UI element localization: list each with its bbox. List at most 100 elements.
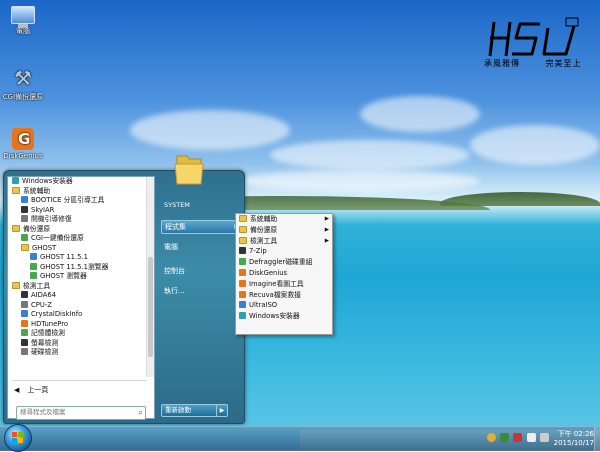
submenu-item[interactable]: 備份還原 ▶ (236, 225, 332, 236)
submenu-item-label: 檢測工具 (250, 236, 278, 245)
menu-item-computer[interactable]: 電腦 (161, 241, 244, 253)
tray-app-icon[interactable] (513, 433, 523, 442)
program-item-label: HDTunePro (31, 319, 69, 328)
back-button[interactable]: ◀ 上一頁 (14, 385, 48, 395)
tray-app-icon[interactable] (487, 433, 496, 442)
program-item[interactable]: SkyIAR (8, 205, 146, 216)
desktop-icon-cgi[interactable]: CGI備份還原 (0, 66, 48, 102)
memtest-icon (21, 329, 28, 336)
submenu-item[interactable]: 系統輔助 ▶ (236, 214, 332, 225)
menu-item-control-panel[interactable]: 控制台 (161, 265, 244, 277)
desktop-icon-label: CGI備份還原 (2, 93, 44, 101)
submenu-item-label: 7-Zip (249, 247, 267, 256)
volume-icon[interactable] (539, 433, 549, 442)
program-item[interactable]: AIDA64 (8, 291, 146, 301)
clock[interactable]: 下午 02:26 2015/10/17 (550, 430, 594, 448)
submenu-item[interactable]: Windows安裝器 (236, 311, 332, 322)
program-item[interactable]: GHOST 瀏覽器 (8, 272, 146, 282)
island (440, 192, 600, 206)
program-item-label: GHOST (32, 243, 57, 252)
program-item-label: GHOST 11.5.1瀏覽器 (40, 262, 109, 271)
submenu-item[interactable]: Imagine看圖工具 (236, 279, 332, 290)
search-box[interactable]: ⌕ (16, 406, 146, 420)
submenu-item-label: 備份還原 (250, 225, 278, 234)
cloud (360, 96, 480, 132)
show-desktop-button[interactable] (594, 427, 600, 451)
ultraiso-icon (239, 301, 246, 309)
folder-icon (12, 224, 20, 232)
program-item-label: BOOTICE 分區引導工具 (31, 196, 105, 204)
submenu-item[interactable]: 檢測工具 ▶ (236, 236, 332, 247)
crystaldiskinfo-icon (21, 310, 28, 317)
menu-item-label: 控制台 (164, 267, 185, 275)
back-label: 上一頁 (27, 386, 49, 394)
boot-repair-icon (21, 215, 28, 222)
taskbar: 下午 02:26 2015/10/17 (0, 424, 600, 452)
computer-icon (11, 6, 35, 28)
submenu-item[interactable]: Recuva檔案救援 (236, 290, 332, 301)
user-picture-folder-icon (174, 155, 204, 185)
monitor-test-icon (21, 338, 28, 346)
network-icon[interactable] (526, 433, 536, 442)
program-item-label: SkyIAR (31, 205, 55, 214)
submenu-item[interactable]: UltraISO (236, 300, 332, 311)
cloud (470, 125, 600, 165)
submenu-item-label: Recuva檔案救援 (249, 290, 302, 299)
logo-caption: 承風雅傳 完美至上 (484, 58, 594, 69)
program-item[interactable]: CGI一鍵備份還原 (8, 234, 146, 244)
search-input[interactable] (17, 407, 135, 417)
logo-left-text: 承風雅傳 (484, 59, 520, 68)
tray-app-icon[interactable] (500, 433, 510, 442)
skyiar-icon (21, 205, 28, 213)
folder-icon (239, 215, 247, 222)
program-item[interactable]: GHOST (8, 243, 146, 254)
start-menu: Windows安裝器 系統輔助 BOOTICE 分區引導工具 SkyIAR 開機引導修復… (3, 170, 245, 424)
ghost-icon (30, 253, 37, 260)
shutdown-options-button[interactable]: ▶ (216, 404, 228, 417)
program-item[interactable]: HDTunePro (8, 319, 146, 330)
program-item[interactable]: 硬碟檢測 (8, 348, 146, 358)
program-item[interactable]: BOOTICE 分區引導工具 (8, 196, 146, 206)
menu-item-run[interactable]: 執行... (161, 285, 244, 297)
folder-icon (12, 281, 20, 289)
program-list-scrollbar[interactable] (146, 177, 154, 377)
submenu-item[interactable]: Defraggler磁碟重組 (236, 257, 332, 268)
program-item[interactable]: Windows安裝器 (8, 177, 146, 187)
program-item-label: GHOST 瀏覽器 (40, 272, 87, 280)
program-item[interactable]: 開機引導修復 (8, 215, 146, 225)
search-icon[interactable]: ⌕ (139, 408, 143, 418)
divider (12, 380, 146, 381)
chevron-right-icon: ▶ (324, 237, 329, 244)
folder-icon (21, 243, 29, 251)
folder-icon (239, 236, 247, 244)
program-item[interactable]: CPU-Z (8, 300, 146, 311)
restart-button[interactable]: 重新啟動 (161, 404, 218, 417)
program-item[interactable]: 檢測工具 (8, 281, 146, 292)
program-item-label: AIDA64 (31, 291, 57, 299)
start-button[interactable] (4, 424, 32, 452)
desktop-icon-computer[interactable]: 電腦 (0, 6, 48, 36)
tools-icon (10, 66, 36, 90)
program-item[interactable]: 螢幕檢測 (8, 338, 146, 349)
program-item[interactable]: 備份還原 (8, 224, 146, 235)
menu-item-programs[interactable]: 程式集 ▶ (161, 220, 244, 234)
program-item[interactable]: 系統輔助 (8, 186, 146, 197)
submenu-item-label: DiskGenius (249, 268, 288, 277)
program-item[interactable]: GHOST 11.5.1 (8, 253, 146, 263)
submenu-item[interactable]: DiskGenius (236, 268, 332, 279)
program-item[interactable]: 記憶體檢測 (8, 329, 146, 339)
program-list: Windows安裝器 系統輔助 BOOTICE 分區引導工具 SkyIAR 開機引導修復… (8, 177, 146, 377)
scrollbar-thumb[interactable] (148, 257, 153, 357)
ghost-explorer-icon (30, 262, 37, 270)
back-arrow-icon: ◀ (14, 386, 20, 394)
diskgenius-icon (12, 128, 34, 150)
program-item[interactable]: GHOST 11.5.1瀏覽器 (8, 262, 146, 273)
menu-item-label: 電腦 (164, 243, 178, 251)
bootice-icon (21, 196, 28, 203)
desktop-icon-diskgenius[interactable]: DiskGenius (0, 128, 48, 160)
submenu-item[interactable]: 7-Zip (236, 246, 332, 257)
program-item[interactable]: CrystalDiskInfo (8, 310, 146, 320)
submenu-item-label: UltraISO (249, 301, 278, 310)
program-item-label: 檢測工具 (23, 281, 51, 290)
program-item-label: 開機引導修復 (31, 215, 72, 223)
